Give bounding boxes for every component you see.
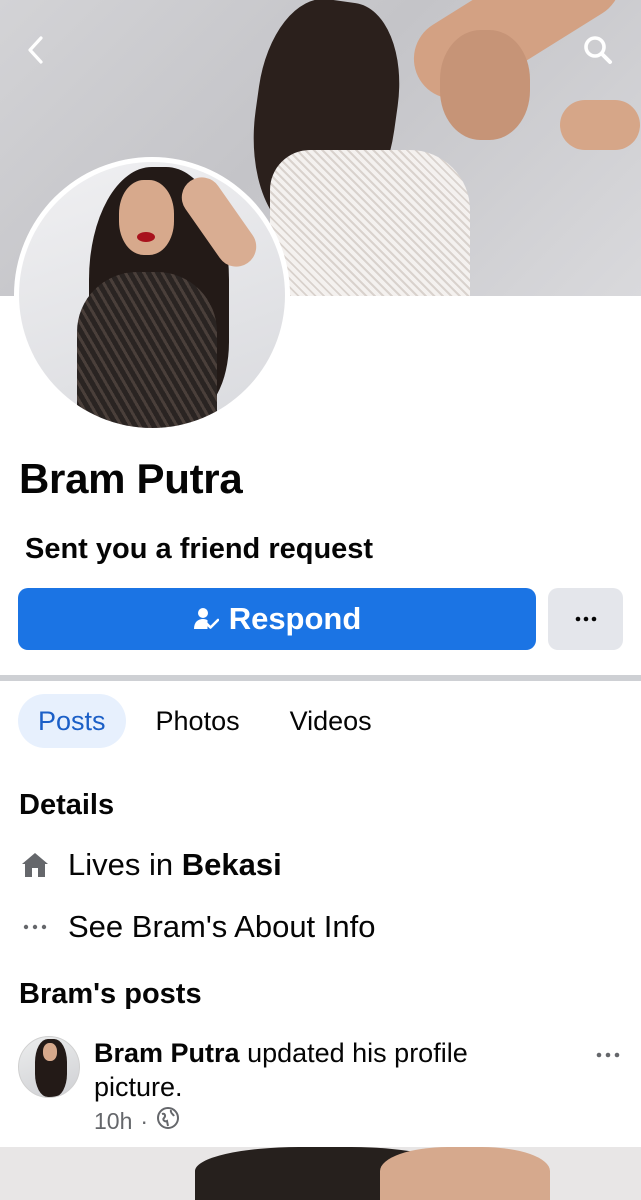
post-author-name[interactable]: Bram Putra [94, 1038, 240, 1068]
respond-button-label: Respond [228, 601, 362, 636]
tab-photos[interactable]: Photos [136, 694, 260, 748]
post-header: Bram Putra updated his profile picture. … [18, 1036, 623, 1141]
profile-picture[interactable] [14, 157, 290, 433]
about-info-link[interactable]: See Bram's About Info [68, 909, 376, 945]
details-heading: Details [19, 789, 115, 821]
detail-about-info[interactable]: See Bram's About Info [19, 907, 376, 947]
post-avatar-face [43, 1043, 57, 1061]
respond-button[interactable]: Respond [18, 588, 536, 650]
post-image[interactable] [0, 1147, 641, 1200]
post-headline: Bram Putra updated his profile picture. [94, 1036, 534, 1104]
ellipsis-icon [19, 911, 51, 943]
post-options-button[interactable] [590, 1040, 626, 1070]
post-timestamp[interactable]: 10h [94, 1108, 132, 1135]
post-meta: 10h · [94, 1106, 180, 1136]
post-image-skin [380, 1147, 550, 1200]
section-divider [0, 675, 641, 681]
friend-request-status: Sent you a friend request [25, 533, 374, 565]
profile-tabs: Posts Photos Videos [18, 694, 392, 748]
search-icon [584, 36, 612, 64]
avatar-face [119, 180, 174, 255]
tab-videos[interactable]: Videos [270, 694, 392, 748]
post-author-avatar[interactable] [18, 1036, 80, 1098]
back-button[interactable] [14, 28, 58, 72]
lives-in-prefix: Lives in [68, 847, 174, 882]
posts-heading: Bram's posts [19, 978, 202, 1010]
ellipsis-icon [596, 1052, 620, 1058]
person-check-icon [193, 608, 219, 629]
ellipsis-icon [575, 616, 596, 622]
lives-in-text: Lives in Bekasi [68, 847, 282, 883]
profile-picture-image [19, 162, 285, 428]
avatar-lips [137, 232, 155, 242]
chevron-left-icon [28, 36, 43, 64]
avatar-body [77, 272, 217, 428]
lives-in-city[interactable]: Bekasi [182, 847, 282, 882]
detail-lives-in: Lives in Bekasi [19, 845, 282, 885]
post-meta-separator: · [140, 1107, 149, 1134]
tab-posts[interactable]: Posts [18, 694, 126, 748]
search-button[interactable] [576, 28, 620, 72]
cover-photo-hand [560, 100, 640, 150]
profile-name: Bram Putra [19, 455, 243, 502]
home-icon [19, 849, 51, 881]
cover-photo-face [440, 30, 530, 140]
more-options-button[interactable] [548, 588, 623, 650]
cover-photo-shirt [270, 150, 470, 296]
globe-icon[interactable] [156, 1106, 180, 1136]
